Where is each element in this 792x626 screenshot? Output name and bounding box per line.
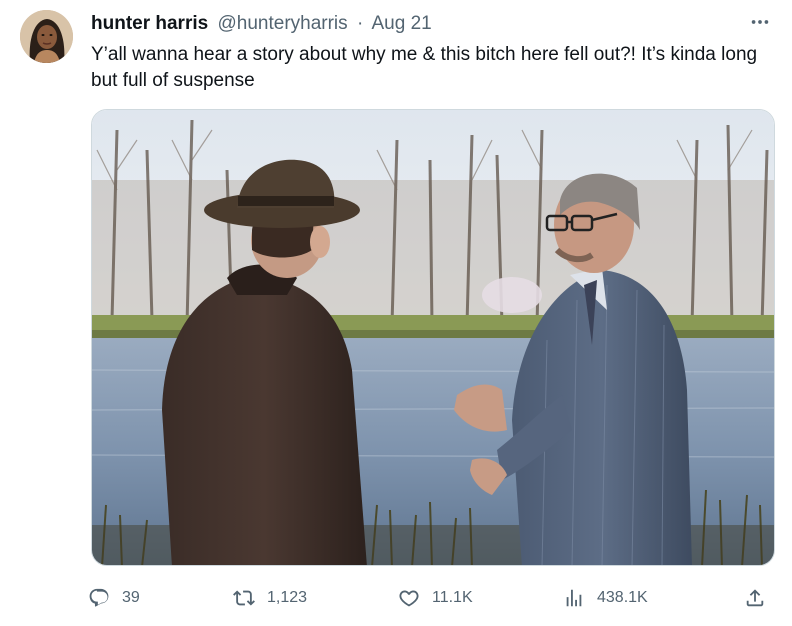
display-name[interactable]: hunter harris	[91, 13, 208, 34]
separator-dot: ·	[356, 13, 364, 34]
retweet-button[interactable]: 1,123	[233, 582, 307, 614]
retweet-icon	[233, 590, 255, 606]
tweet-media[interactable]	[91, 109, 775, 566]
share-icon	[746, 589, 764, 607]
tweet-date[interactable]: Aug 21	[372, 13, 432, 34]
tweet-actions: 39 1,123 11.1K 438.1K	[88, 582, 778, 614]
avatar[interactable]	[20, 10, 73, 63]
share-button[interactable]	[744, 582, 766, 614]
user-handle[interactable]: @hunteryharris	[217, 13, 347, 34]
like-button[interactable]: 11.1K	[398, 582, 473, 614]
tweet-text: Y’all wanna hear a story about why me & …	[91, 44, 758, 91]
avatar-image	[20, 10, 73, 63]
tweet: hunter harris @hunteryharris · Aug 21 Y’…	[0, 0, 792, 626]
views-button[interactable]: 438.1K	[563, 582, 648, 614]
retweet-count: 1,123	[267, 589, 308, 606]
reply-count: 39	[122, 589, 140, 606]
reply-button[interactable]: 39	[88, 582, 140, 614]
like-count: 11.1K	[432, 589, 473, 606]
heart-icon	[399, 590, 419, 607]
reply-icon	[89, 588, 109, 607]
more-options-button[interactable]	[746, 8, 774, 36]
tweet-header: hunter harris @hunteryharris · Aug 21	[91, 12, 432, 36]
more-horizontal-icon	[751, 20, 769, 24]
views-icon	[566, 589, 582, 607]
views-count: 438.1K	[597, 589, 648, 606]
media-photo	[92, 110, 774, 565]
